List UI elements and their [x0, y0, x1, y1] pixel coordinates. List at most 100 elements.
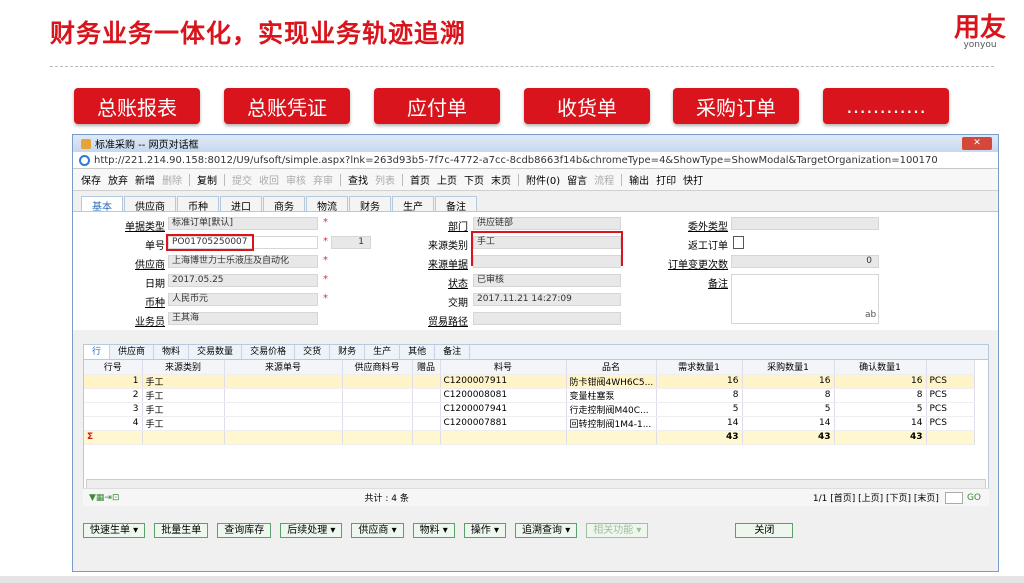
toolbar-delete[interactable]: 删除	[162, 172, 182, 187]
cell: 手工	[142, 388, 225, 403]
remark-textarea[interactable]	[731, 274, 879, 324]
tab-remark[interactable]: 备注	[435, 196, 477, 213]
supplier-button[interactable]: 供应商 ▾	[351, 523, 404, 538]
doc-type-field[interactable]: 标准订单[默认]	[168, 217, 318, 230]
toolbar-prev[interactable]: 上页	[437, 172, 457, 187]
tab-logistics[interactable]: 物流	[306, 196, 348, 213]
toolbar-export[interactable]: 输出	[629, 172, 649, 187]
nav-button-receipt[interactable]: 收货单	[524, 88, 650, 124]
buyer-field[interactable]: 王其海	[168, 312, 318, 325]
grid-tab-delivery[interactable]: 交货	[295, 345, 331, 359]
nav-button-purchase-order[interactable]: 采购订单	[673, 88, 799, 124]
operate-button[interactable]: 操作 ▾	[463, 523, 507, 538]
col-gift[interactable]: 赠品	[412, 360, 441, 375]
related-functions-button[interactable]: 相关功能 ▾	[586, 523, 649, 538]
return-order-label: 返工订单	[688, 241, 728, 252]
tab-currency[interactable]: 币种	[177, 196, 219, 213]
grid-tab-production[interactable]: 生产	[365, 345, 401, 359]
table-row[interactable]: 4 手工 C1200007881 回转控制阀1M4-1... 14 14 14 PCS	[84, 416, 975, 431]
follow-up-button[interactable]: 后续处理 ▾	[280, 523, 343, 538]
return-order-checkbox[interactable]	[733, 236, 744, 249]
toolbar-message[interactable]: 留言	[567, 172, 587, 187]
table-row[interactable]: 2 手工 C1200008081 变量柱塞泵 8 8 8 PCS	[84, 388, 975, 403]
delivery-field[interactable]: 2017.11.21 14:27:09	[473, 293, 621, 306]
col-item-name[interactable]: 品名	[566, 360, 657, 375]
grid-tab-finance[interactable]: 财务	[330, 345, 366, 359]
toolbar-next[interactable]: 下页	[464, 172, 484, 187]
toolbar-discard[interactable]: 放弃	[108, 172, 128, 187]
grid-tab-remark[interactable]: 备注	[435, 345, 471, 359]
toolbar-last[interactable]: 末页	[491, 172, 511, 187]
cell: 回转控制阀1M4-1...	[566, 416, 657, 431]
dept-field[interactable]: 供应链部	[473, 217, 621, 230]
tab-import[interactable]: 进口	[220, 196, 262, 213]
table-row[interactable]: 1 手工 C1200007911 防卡钳阀4WH6C5... 16 16 16 PCS	[84, 374, 975, 389]
pager-links[interactable]: 1/1 [首页] [上页] [下页] [末页]	[813, 491, 939, 504]
filter-icon[interactable]: ▼▦⇥⊡	[89, 493, 120, 503]
trade-path-field[interactable]	[473, 312, 621, 325]
tab-production[interactable]: 生产	[392, 196, 434, 213]
table-row[interactable]: 3 手工 C1200007941 行走控制阀M40C... 5 5 5 PCS	[84, 402, 975, 417]
col-source-no[interactable]: 来源单号	[224, 360, 343, 375]
grid-tab-line[interactable]: 行	[84, 345, 111, 359]
batch-generate-button[interactable]: 批量生单	[154, 523, 209, 538]
grid-tab-item[interactable]: 物料	[154, 345, 190, 359]
close-icon[interactable]: ✕	[962, 137, 992, 150]
grid-tab-qty[interactable]: 交易数量	[189, 345, 243, 359]
tab-finance[interactable]: 财务	[349, 196, 391, 213]
col-line-no[interactable]: 行号	[84, 360, 143, 375]
col-purchase-qty[interactable]: 采购数量1	[742, 360, 835, 375]
currency-label: 币种	[145, 298, 165, 309]
order-seq-field[interactable]: 1	[331, 236, 371, 249]
col-confirm-qty[interactable]: 确认数量1	[834, 360, 927, 375]
col-source-type[interactable]: 来源类别	[142, 360, 225, 375]
toolbar-quick-print[interactable]: 快打	[683, 172, 703, 187]
toolbar-list[interactable]: 列表	[375, 172, 395, 187]
source-doc-field[interactable]	[473, 255, 621, 268]
highlight-order-no	[166, 234, 254, 251]
tab-business[interactable]: 商务	[263, 196, 305, 213]
close-button[interactable]: 关闭	[735, 523, 794, 538]
toolbar-approve[interactable]: 审核	[286, 172, 306, 187]
grid-tab-price[interactable]: 交易价格	[242, 345, 296, 359]
page-input[interactable]	[944, 491, 963, 504]
grid-tab-other[interactable]: 其他	[400, 345, 436, 359]
date-field[interactable]: 2017.05.25	[168, 274, 318, 287]
tab-supplier[interactable]: 供应商	[124, 196, 176, 213]
col-item-no[interactable]: 料号	[440, 360, 567, 375]
col-supplier-item[interactable]: 供应商料号	[342, 360, 413, 375]
tab-basic[interactable]: 基本	[81, 196, 123, 213]
toolbar-save[interactable]: 保存	[81, 172, 101, 187]
nav-button-ledger-voucher[interactable]: 总账凭证	[224, 88, 350, 124]
toolbar-print[interactable]: 打印	[656, 172, 676, 187]
dept-label: 部门	[448, 222, 468, 233]
toolbar-submit[interactable]: 提交	[232, 172, 252, 187]
grid-tab-supplier[interactable]: 供应商	[110, 345, 155, 359]
col-req-qty[interactable]: 需求数量1	[656, 360, 743, 375]
source-type-label: 来源类别	[428, 241, 468, 252]
nav-button-more[interactable]: …………	[823, 88, 949, 124]
nav-button-payable[interactable]: 应付单	[374, 88, 500, 124]
query-stock-button[interactable]: 查询库存	[217, 523, 272, 538]
item-button[interactable]: 物料 ▾	[412, 523, 455, 538]
logo-text: 用友	[953, 13, 1006, 43]
trace-query-button[interactable]: 追溯查询 ▾	[515, 523, 578, 538]
toolbar-find[interactable]: 查找	[348, 172, 368, 187]
toolbar-unapprove[interactable]: 弃审	[313, 172, 333, 187]
cell	[412, 374, 441, 389]
currency-field[interactable]: 人民币元	[168, 293, 318, 306]
toolbar-attachment[interactable]: 附件(0)	[526, 172, 560, 187]
toolbar-first[interactable]: 首页	[410, 172, 430, 187]
toolbar-flow[interactable]: 流程	[594, 172, 614, 187]
outsource-field[interactable]	[731, 217, 879, 230]
nav-button-ledger-report[interactable]: 总账报表	[74, 88, 200, 124]
toolbar-copy[interactable]: 复制	[197, 172, 217, 187]
slide-title: 财务业务一体化，实现业务轨迹追溯	[50, 19, 467, 48]
supplier-field[interactable]: 上海博世力士乐液压及自动化	[168, 255, 318, 268]
go-button[interactable]: GO	[967, 493, 981, 503]
toolbar-new[interactable]: 新增	[135, 172, 155, 187]
quick-generate-button[interactable]: 快速生单 ▾	[83, 523, 146, 538]
col-unit[interactable]	[926, 360, 975, 375]
ab-toggle[interactable]: ab	[865, 310, 876, 320]
toolbar-recall[interactable]: 收回	[259, 172, 279, 187]
